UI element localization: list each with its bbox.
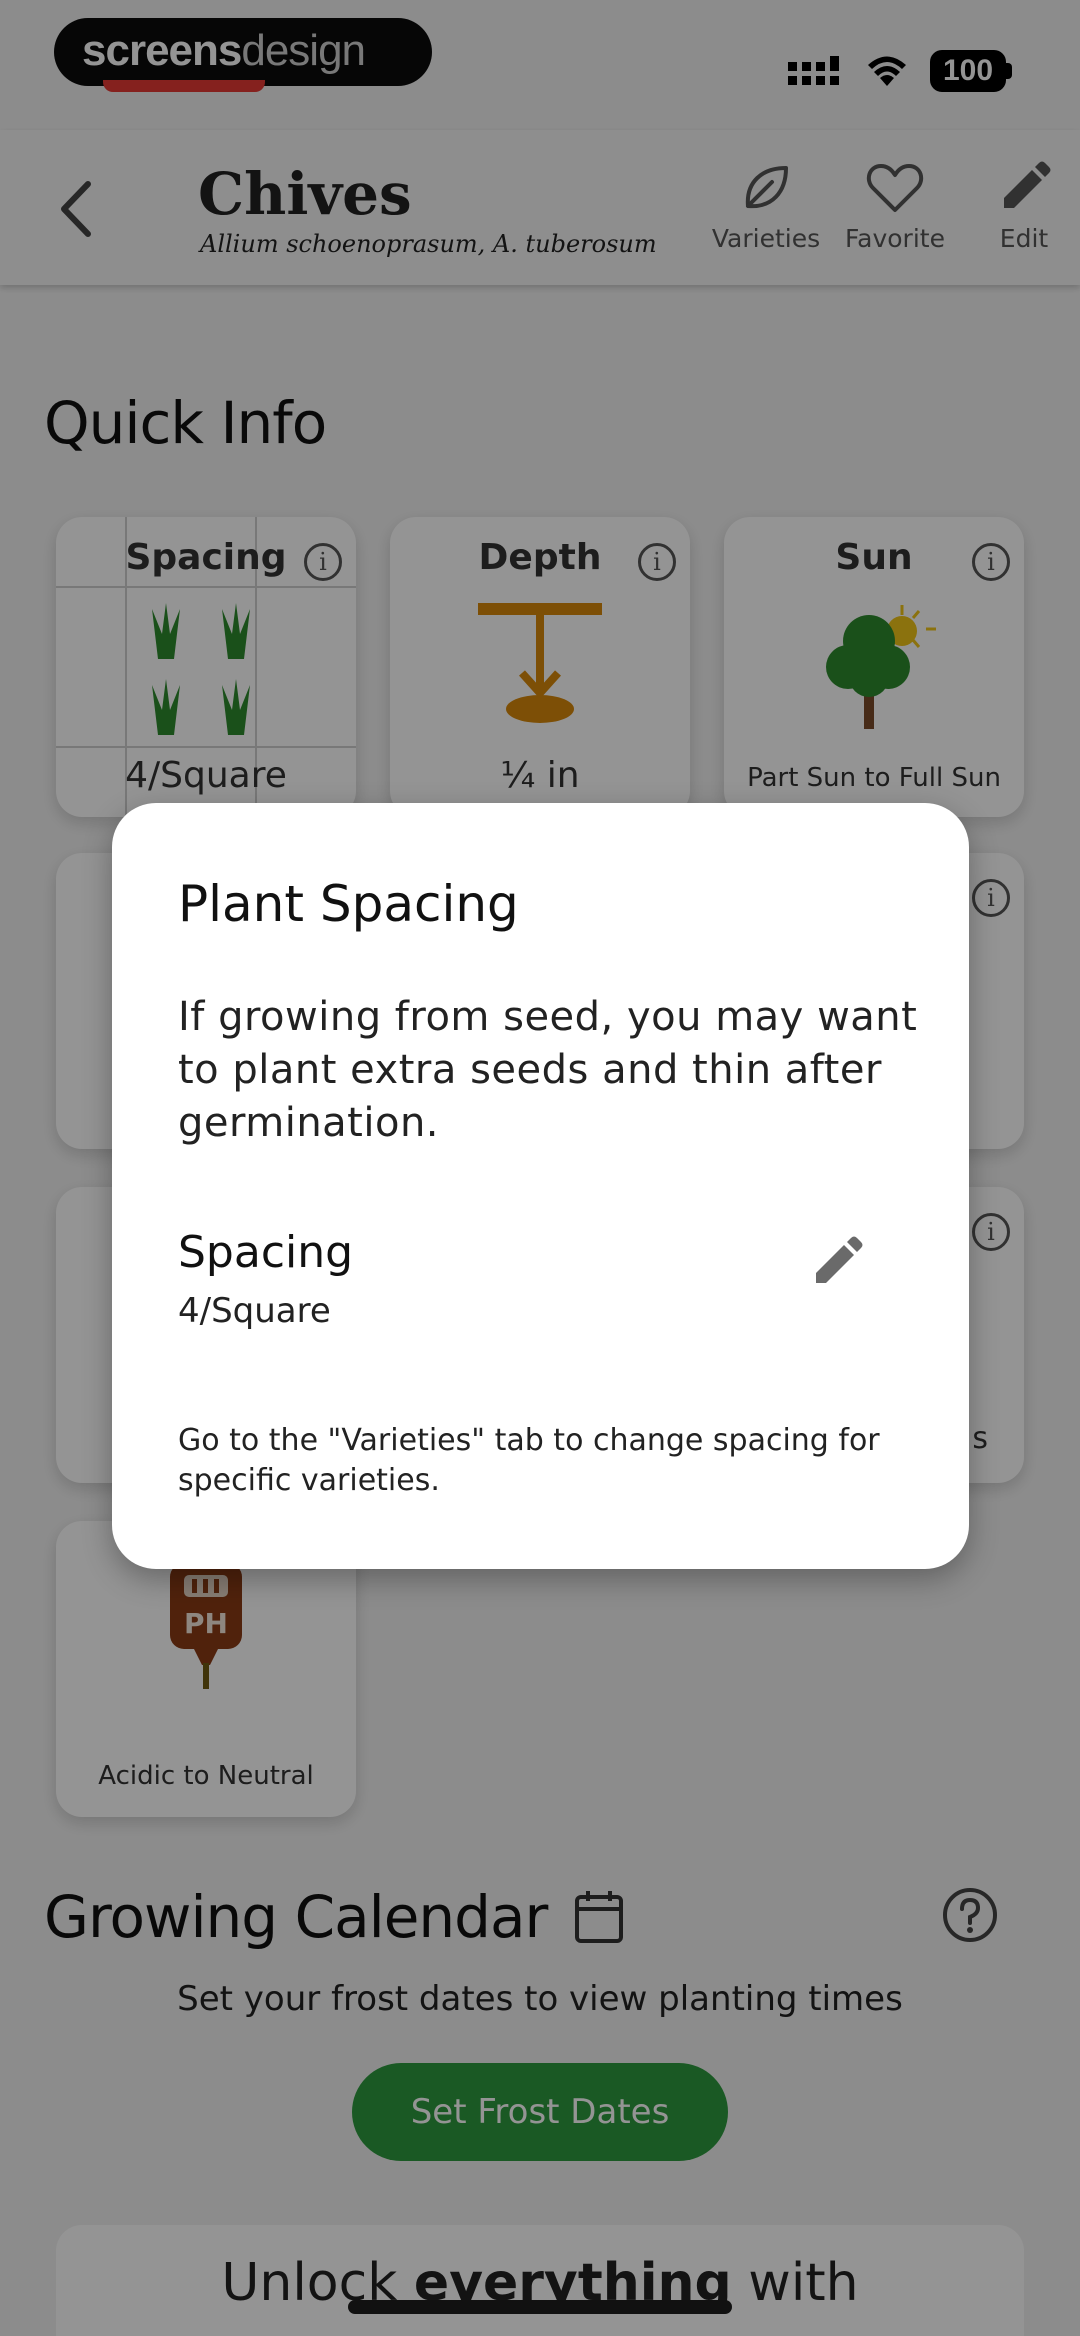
spacing-field-value: 4/Square — [178, 1291, 331, 1331]
plant-spacing-dialog: Plant Spacing If growing from seed, you … — [112, 803, 969, 1569]
dialog-note: Go to the "Varieties" tab to change spac… — [178, 1423, 880, 1498]
home-indicator — [348, 2300, 732, 2314]
dialog-title: Plant Spacing — [178, 875, 519, 933]
edit-spacing-pencil-icon[interactable] — [810, 1233, 866, 1289]
dialog-body: If growing from seed, you may want to pl… — [178, 994, 918, 1146]
spacing-field-label: Spacing — [178, 1227, 354, 1278]
